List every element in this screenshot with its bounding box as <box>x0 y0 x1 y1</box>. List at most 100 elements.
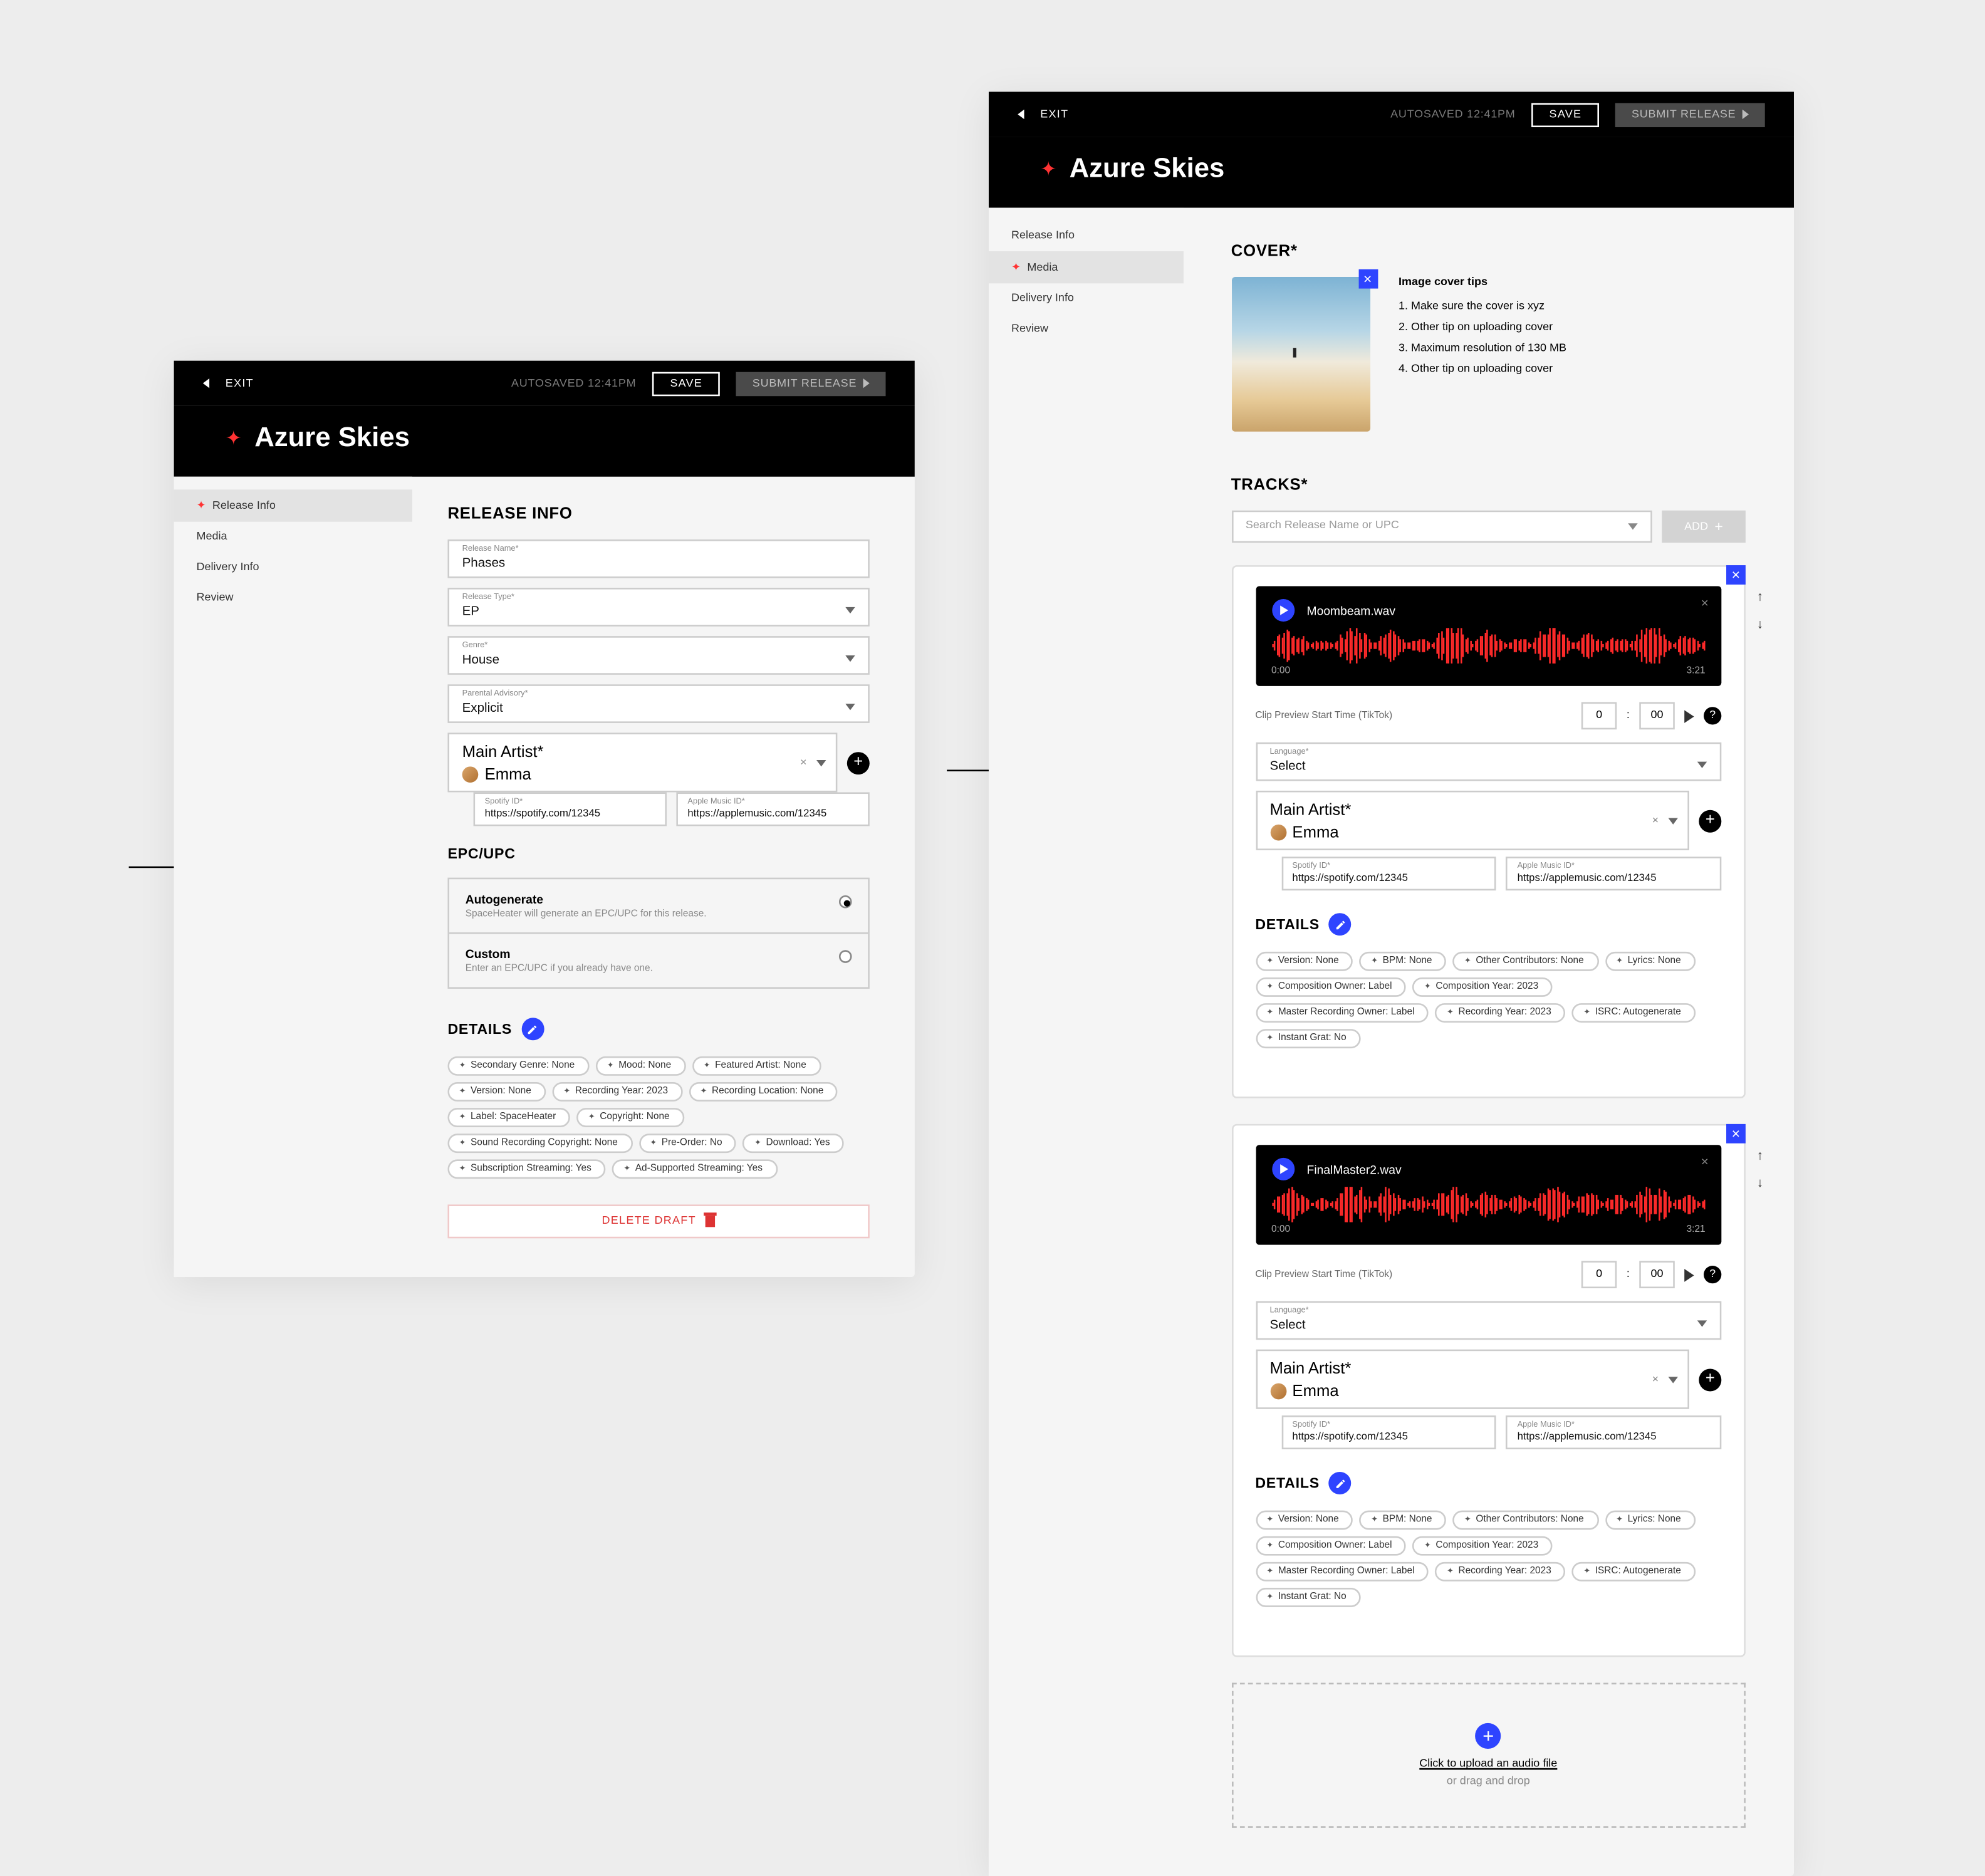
preview-play-button[interactable] <box>1684 709 1694 722</box>
track-chip[interactable]: Recording Year: 2023 <box>1435 1562 1566 1582</box>
track-chip[interactable]: Instant Grat: No <box>1255 1588 1360 1607</box>
help-icon[interactable]: ? <box>1704 707 1721 724</box>
clear-artist-icon[interactable]: × <box>1652 815 1659 826</box>
remove-track-button[interactable]: × <box>1726 565 1746 585</box>
waveform[interactable] <box>1271 628 1706 664</box>
sidebar-item-media[interactable]: ✦Media <box>989 251 1183 283</box>
play-button[interactable] <box>1271 599 1294 622</box>
detail-chip[interactable]: Copyright: None <box>577 1108 684 1127</box>
spotify-id-field[interactable]: Spotify ID* https://spotify.com/12345 <box>474 792 667 826</box>
detail-chip[interactable]: Label: SpaceHeater <box>447 1108 570 1127</box>
sidebar-item-review[interactable]: Review <box>174 583 412 613</box>
track-chip[interactable]: Composition Owner: Label <box>1255 1536 1406 1556</box>
waveform[interactable] <box>1271 1187 1706 1222</box>
sidebar-item-release-info[interactable]: Release Info <box>989 221 1183 251</box>
release-name-field[interactable]: Release Name* Phases <box>447 539 869 578</box>
track-apple-music-id-field[interactable]: Apple Music ID* https://applemusic.com/1… <box>1506 1415 1722 1449</box>
sidebar-item-delivery-info[interactable]: Delivery Info <box>174 553 412 583</box>
track-chip[interactable]: Master Recording Owner: Label <box>1255 1562 1429 1582</box>
search-release-input[interactable]: Search Release Name or UPC <box>1231 511 1652 543</box>
add-artist-button[interactable]: + <box>1699 1368 1721 1390</box>
sidebar-item-media[interactable]: Media <box>174 522 412 553</box>
detail-chip[interactable]: Sound Recording Copyright: None <box>447 1133 632 1153</box>
close-player-icon[interactable]: × <box>1701 1155 1709 1169</box>
edit-track-details-button[interactable] <box>1329 1472 1352 1494</box>
add-artist-button[interactable]: + <box>847 751 870 774</box>
track-chip[interactable]: Other Contributors: None <box>1453 952 1598 971</box>
help-icon[interactable]: ? <box>1704 1266 1721 1283</box>
move-up-button[interactable]: ↑ <box>1757 590 1763 604</box>
add-artist-button[interactable]: + <box>1699 809 1721 831</box>
exit-link[interactable]: EXIT <box>1040 108 1068 120</box>
track-chip[interactable]: Version: None <box>1255 1511 1353 1530</box>
remove-track-button[interactable]: × <box>1726 1124 1746 1144</box>
upload-plus-button[interactable]: + <box>1476 1723 1501 1749</box>
upload-dropzone[interactable]: + Click to upload an audio file or drag … <box>1231 1683 1746 1828</box>
clip-seconds-input[interactable] <box>1639 1261 1675 1288</box>
clear-artist-icon[interactable]: × <box>1652 1373 1659 1385</box>
apple-music-id-field[interactable]: Apple Music ID* https://applemusic.com/1… <box>676 792 869 826</box>
detail-chip[interactable]: Version: None <box>447 1082 546 1102</box>
save-button[interactable]: SAVE <box>652 371 720 395</box>
submit-release-button[interactable]: SUBMIT RELEASE <box>736 371 885 395</box>
track-chip[interactable]: Version: None <box>1255 952 1353 971</box>
track-chip[interactable]: Lyrics: None <box>1605 952 1696 971</box>
detail-chip[interactable]: Mood: None <box>596 1056 686 1076</box>
cover-image[interactable]: × <box>1231 277 1370 432</box>
track-main-artist-select[interactable]: Main Artist* Emma × <box>1255 791 1689 850</box>
track-chip[interactable]: Lyrics: None <box>1605 1511 1696 1530</box>
epc-autogenerate-option[interactable]: Autogenerate SpaceHeater will generate a… <box>449 879 868 932</box>
track-chip[interactable]: Other Contributors: None <box>1453 1511 1598 1530</box>
track-chip[interactable]: BPM: None <box>1360 1511 1446 1530</box>
detail-chip[interactable]: Download: Yes <box>743 1133 845 1153</box>
detail-chip[interactable]: Recording Year: 2023 <box>552 1082 682 1102</box>
track-chip[interactable]: Instant Grat: No <box>1255 1029 1360 1048</box>
main-artist-select[interactable]: Main Artist* Emma × <box>447 732 837 792</box>
track-spotify-id-field[interactable]: Spotify ID* https://spotify.com/12345 <box>1281 1415 1496 1449</box>
add-track-button[interactable]: ADD+ <box>1662 511 1746 543</box>
track-chip[interactable]: Master Recording Owner: Label <box>1255 1003 1429 1023</box>
close-player-icon[interactable]: × <box>1701 596 1709 610</box>
track-spotify-id-field[interactable]: Spotify ID* https://spotify.com/12345 <box>1281 857 1496 890</box>
play-button[interactable] <box>1271 1158 1294 1180</box>
detail-chip[interactable]: Subscription Streaming: Yes <box>447 1159 606 1179</box>
track-chip[interactable]: Composition Year: 2023 <box>1413 1536 1553 1556</box>
sidebar-item-release-info[interactable]: ✦Release Info <box>174 489 412 521</box>
move-down-button[interactable]: ↓ <box>1757 1175 1763 1190</box>
edit-track-details-button[interactable] <box>1329 913 1352 935</box>
sidebar-item-delivery-info[interactable]: Delivery Info <box>989 283 1183 314</box>
track-chip[interactable]: BPM: None <box>1360 952 1446 971</box>
track-apple-music-id-field[interactable]: Apple Music ID* https://applemusic.com/1… <box>1506 857 1722 890</box>
delete-draft-button[interactable]: DELETE DRAFT <box>447 1204 869 1238</box>
track-chip[interactable]: Composition Owner: Label <box>1255 977 1406 997</box>
detail-chip[interactable]: Featured Artist: None <box>692 1056 821 1076</box>
track-chip[interactable]: ISRC: Autogenerate <box>1572 1562 1696 1582</box>
submit-release-button[interactable]: SUBMIT RELEASE <box>1615 102 1764 127</box>
exit-link[interactable]: EXIT <box>226 378 254 389</box>
move-down-button[interactable]: ↓ <box>1757 617 1763 631</box>
epc-custom-option[interactable]: Custom Enter an EPC/UPC if you already h… <box>449 932 868 987</box>
detail-chip[interactable]: Ad-Supported Streaming: Yes <box>612 1159 777 1179</box>
parental-advisory-select[interactable]: Parental Advisory* Explicit <box>447 684 869 723</box>
preview-play-button[interactable] <box>1684 1268 1694 1281</box>
upload-link[interactable]: Click to upload an audio file <box>1252 1758 1724 1769</box>
remove-cover-button[interactable]: × <box>1358 269 1377 289</box>
language-select[interactable]: Language* Select <box>1255 1301 1721 1340</box>
edit-details-button[interactable] <box>522 1018 544 1040</box>
track-chip[interactable]: ISRC: Autogenerate <box>1572 1003 1696 1023</box>
track-main-artist-select[interactable]: Main Artist* Emma × <box>1255 1350 1689 1409</box>
track-chip[interactable]: Recording Year: 2023 <box>1435 1003 1566 1023</box>
clear-artist-icon[interactable]: × <box>800 757 807 768</box>
detail-chip[interactable]: Secondary Genre: None <box>447 1056 589 1076</box>
clip-minutes-input[interactable] <box>1581 702 1617 730</box>
detail-chip[interactable]: Pre-Order: No <box>638 1133 736 1153</box>
move-up-button[interactable]: ↑ <box>1757 1148 1763 1162</box>
track-chip[interactable]: Composition Year: 2023 <box>1413 977 1553 997</box>
sidebar-item-review[interactable]: Review <box>989 314 1183 345</box>
clip-seconds-input[interactable] <box>1639 702 1675 730</box>
genre-select[interactable]: Genre* House <box>447 636 869 675</box>
save-button[interactable]: SAVE <box>1531 102 1599 127</box>
release-type-select[interactable]: Release Type* EP <box>447 588 869 627</box>
clip-minutes-input[interactable] <box>1581 1261 1617 1288</box>
language-select[interactable]: Language* Select <box>1255 743 1721 781</box>
